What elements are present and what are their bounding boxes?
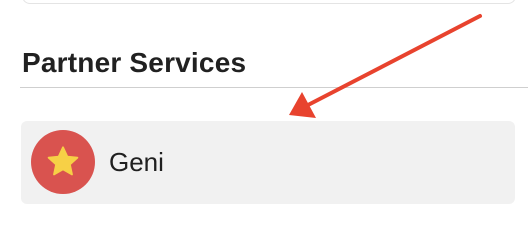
section-divider [20,87,528,88]
star-icon [47,146,79,176]
section-title: Partner Services [22,47,247,78]
partner-services-page: Partner Services Geni [0,0,528,243]
service-label: Geni [109,147,164,177]
previous-section-card [22,0,516,4]
service-item-geni[interactable]: Geni [21,121,515,204]
service-avatar [31,130,95,194]
